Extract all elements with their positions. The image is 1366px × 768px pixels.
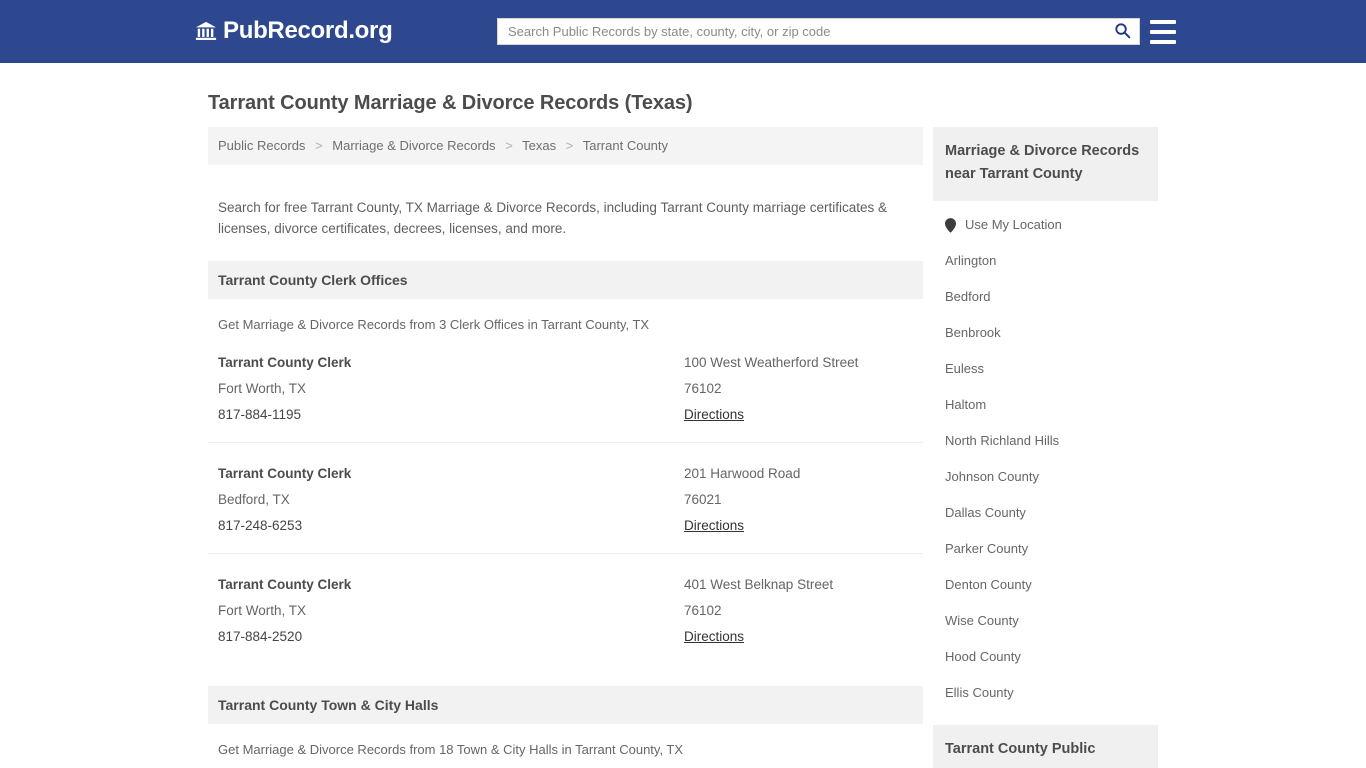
sidebar-item-euless[interactable]: Euless xyxy=(933,351,1158,387)
listing-left-column: Tarrant County Clerk Fort Worth, TX 817-… xyxy=(218,572,684,650)
listing-right-column: 100 West Weatherford Street 76102 Direct… xyxy=(684,350,913,428)
section-subtitle: Get Marriage & Divorce Records from 18 T… xyxy=(218,741,684,757)
listing-left-column: Tarrant County Clerk Bedford, TX 817-248… xyxy=(218,461,684,539)
sidebar-item-denton-county[interactable]: Denton County xyxy=(933,567,1158,603)
sidebar: Marriage & Divorce Records near Tarrant … xyxy=(923,127,1158,768)
section-town-city-halls: Tarrant County Town & City Halls Get Mar… xyxy=(208,685,923,768)
listing-row: Arlington City Hall Arlington, TX 817-45… xyxy=(208,757,923,768)
sidebar-item-parker-county[interactable]: Parker County xyxy=(933,531,1158,567)
site-logo[interactable]: PubRecord.org xyxy=(195,17,393,44)
sidebar-panel-title: Marriage & Divorce Records near Tarrant … xyxy=(933,127,1158,201)
sidebar-item-label: North Richland Hills xyxy=(945,433,1060,448)
directions-link[interactable]: Directions xyxy=(684,402,744,428)
site-header: PubRecord.org xyxy=(0,0,1366,63)
breadcrumb-separator: > xyxy=(565,138,574,153)
sidebar-item-label: Bedford xyxy=(945,289,991,304)
breadcrumb-item-public-records[interactable]: Public Records xyxy=(218,138,305,153)
main-column: Public Records > Marriage & Divorce Reco… xyxy=(198,127,923,768)
page-title: Tarrant County Marriage & Divorce Record… xyxy=(208,92,693,114)
sidebar-item-label: Wise County xyxy=(945,613,1019,628)
listing-name: Tarrant County Clerk xyxy=(218,354,352,370)
listing-address: 201 Harwood Road xyxy=(684,465,801,481)
listing-right-column: 201 Harwood Road 76021 Directions xyxy=(684,461,913,539)
menu-line-1 xyxy=(1150,20,1176,24)
breadcrumb: Public Records > Marriage & Divorce Reco… xyxy=(208,127,923,165)
sidebar-item-dallas-county[interactable]: Dallas County xyxy=(933,495,1158,531)
breadcrumb-item-texas[interactable]: Texas xyxy=(522,138,556,153)
sidebar-item-hood-county[interactable]: Hood County xyxy=(933,639,1158,675)
sidebar-item-label: Dallas County xyxy=(945,505,1026,520)
sidebar-item-label: Haltom xyxy=(945,397,987,412)
sidebar-item-north-richland-hills[interactable]: North Richland Hills xyxy=(933,423,1158,459)
sidebar-item-use-my-location[interactable]: Use My Location xyxy=(933,207,1158,243)
sidebar-item-label: Johnson County xyxy=(945,469,1039,484)
listing-phone[interactable]: 817-248-6253 xyxy=(218,513,684,539)
sidebar-item-ellis-county[interactable]: Ellis County xyxy=(933,675,1158,711)
menu-line-2 xyxy=(1150,30,1176,34)
listing-left-column: Tarrant County Clerk Fort Worth, TX 817-… xyxy=(218,350,684,428)
page-intro-text: Search for free Tarrant County, TX Marri… xyxy=(218,199,888,236)
page-body: Tarrant County Marriage & Divorce Record… xyxy=(0,63,1366,768)
content-container: Tarrant County Marriage & Divorce Record… xyxy=(198,63,1168,768)
hamburger-menu-icon[interactable] xyxy=(1150,20,1176,44)
listing-zip: 76021 xyxy=(684,491,722,507)
listing-row: Tarrant County Clerk Fort Worth, TX 817-… xyxy=(208,554,923,664)
listing-name: Tarrant County Clerk xyxy=(218,576,352,592)
sidebar-item-label: Use My Location xyxy=(965,217,1062,232)
sidebar-item-wise-county[interactable]: Wise County xyxy=(933,603,1158,639)
listing-zip: 76102 xyxy=(684,380,722,396)
sidebar-item-johnson-county[interactable]: Johnson County xyxy=(933,459,1158,495)
listing-city: Fort Worth, TX xyxy=(218,602,307,618)
map-pin-icon xyxy=(945,217,956,233)
breadcrumb-separator: > xyxy=(505,138,513,153)
listing-address: 100 West Weatherford Street xyxy=(684,354,859,370)
sidebar-item-label: Parker County xyxy=(945,541,1029,556)
sidebar-item-arlington[interactable]: Arlington xyxy=(933,243,1158,279)
sidebar-item-label: Benbrook xyxy=(945,325,1001,340)
breadcrumb-item-marriage-divorce-records[interactable]: Marriage & Divorce Records xyxy=(332,138,495,153)
sidebar-item-label: Hood County xyxy=(945,649,1021,664)
search-icon xyxy=(1114,22,1131,42)
section-subtitle: Get Marriage & Divorce Records from 3 Cl… xyxy=(218,316,650,332)
listing-phone[interactable]: 817-884-1195 xyxy=(218,402,684,428)
listing-right-column: 401 West Belknap Street 76102 Directions xyxy=(684,572,913,650)
bank-building-icon xyxy=(195,20,217,42)
site-logo-text: PubRecord.org xyxy=(223,17,393,44)
breadcrumb-separator: > xyxy=(315,138,323,153)
sidebar-item-bedford[interactable]: Bedford xyxy=(933,279,1158,315)
section-heading: Tarrant County Clerk Offices xyxy=(208,260,923,299)
sidebar-nearby-list: Use My Location Arlington Bedford Benbro… xyxy=(933,201,1158,711)
listing-city: Bedford, TX xyxy=(218,491,290,507)
directions-link[interactable]: Directions xyxy=(684,624,744,650)
sidebar-item-label: Arlington xyxy=(945,253,997,268)
listing-city: Fort Worth, TX xyxy=(218,380,307,396)
listing-phone[interactable]: 817-884-2520 xyxy=(218,624,684,650)
listing-row: Tarrant County Clerk Fort Worth, TX 817-… xyxy=(208,332,923,443)
listing-address: 401 West Belknap Street xyxy=(684,576,834,592)
listing-row: Tarrant County Clerk Bedford, TX 817-248… xyxy=(208,443,923,554)
sidebar-item-benbrook[interactable]: Benbrook xyxy=(933,315,1158,351)
menu-line-3 xyxy=(1150,40,1176,44)
sidebar-item-label: Ellis County xyxy=(945,685,1014,700)
listing-zip: 76102 xyxy=(684,602,722,618)
sidebar-panel2-title: Tarrant County Public xyxy=(933,725,1158,768)
two-column-layout: Public Records > Marriage & Divorce Reco… xyxy=(198,115,1168,768)
sidebar-item-haltom[interactable]: Haltom xyxy=(933,387,1158,423)
section-heading: Tarrant County Town & City Halls xyxy=(208,685,923,724)
search-button[interactable] xyxy=(1105,19,1139,44)
search-bar[interactable] xyxy=(497,18,1140,45)
breadcrumb-item-tarrant-county: Tarrant County xyxy=(582,138,669,153)
sidebar-item-label: Euless xyxy=(945,361,985,376)
listing-name: Tarrant County Clerk xyxy=(218,465,352,481)
section-clerk-offices: Tarrant County Clerk Offices Get Marriag… xyxy=(208,260,923,664)
search-input[interactable] xyxy=(498,19,1105,44)
directions-link[interactable]: Directions xyxy=(684,513,744,539)
sidebar-item-label: Denton County xyxy=(945,577,1032,592)
